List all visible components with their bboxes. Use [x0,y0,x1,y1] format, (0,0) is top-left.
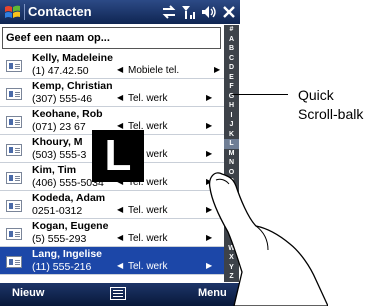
title-bar: Contacten [0,0,240,24]
next-arrow-icon[interactable]: ▶ [206,121,212,130]
contact-card-icon [6,116,22,128]
phone-type[interactable]: Tel. werk [128,261,167,272]
alphabet-letter-h[interactable]: H [224,101,239,111]
contact-name: Khoury, M [32,136,83,148]
alphabet-letter-k[interactable]: K [224,130,239,140]
prev-arrow-icon[interactable]: ◀ [117,233,123,242]
contact-row[interactable]: Kelly, Madeleine (1) 47.42.50 ◀ Mobiele … [0,51,224,79]
prev-arrow-icon[interactable]: ◀ [117,205,123,214]
current-letter-overlay: L [92,130,144,182]
alphabet-letter-hash[interactable]: # [224,25,239,35]
alphabet-letter-l[interactable]: L [224,139,239,149]
next-arrow-icon[interactable]: ▶ [214,65,220,74]
search-field[interactable] [2,27,221,49]
contact-name: Kodeda, Adam [32,192,106,204]
contact-name: Kim, Tim [32,164,77,176]
contact-row-selected[interactable]: Lang, Ingelise (11) 555-216 ◀ Tel. werk … [0,247,224,275]
alphabet-letter-i[interactable]: I [224,111,239,121]
alphabet-letter-e[interactable]: E [224,73,239,83]
contact-card-icon [6,228,22,240]
finger-icon [208,172,328,306]
contact-card-icon [6,256,22,268]
contact-number: (071) 23 67 [32,121,86,133]
app-title: Contacten [28,4,92,19]
sync-icon[interactable] [160,3,178,21]
contact-card-icon [6,60,22,72]
contact-number: (307) 555-46 [32,93,93,105]
contact-row[interactable]: Kemp, Christian (307) 555-46 ◀ Tel. werk… [0,79,224,107]
contact-name: Lang, Ingelise [32,248,103,260]
contact-card-icon [6,144,22,156]
contact-name: Kelly, Madeleine [32,52,113,64]
contact-name: Kemp, Christian [32,80,113,92]
windows-start-icon[interactable] [4,4,21,20]
callout-line [232,94,288,95]
title-separator [24,4,25,20]
search-input[interactable] [6,29,216,47]
contact-number: (11) 555-216 [32,261,92,273]
contact-card-icon [6,172,22,184]
contact-row[interactable]: Kodeda, Adam 0251-0312 ◀ Tel. werk ▶ [0,191,224,219]
contact-number: (503) 555-3 [32,149,87,161]
prev-arrow-icon[interactable]: ◀ [117,93,123,102]
phone-type[interactable]: Tel. werk [128,233,167,244]
callout-label-line1: Quick [298,87,334,103]
close-icon[interactable] [220,3,238,21]
prev-arrow-icon[interactable]: ◀ [117,261,123,270]
alphabet-letter-b[interactable]: B [224,44,239,54]
alphabet-letter-j[interactable]: J [224,120,239,130]
contact-name: Kogan, Eugene [32,220,109,232]
alphabet-letter-d[interactable]: D [224,63,239,73]
signal-icon[interactable] [180,3,198,21]
next-arrow-icon[interactable]: ▶ [206,149,212,158]
phone-type[interactable]: Mobiele tel. [128,65,179,76]
contact-number: (5) 555-293 [32,233,87,245]
keyboard-icon[interactable] [110,287,126,300]
alphabet-letter-n[interactable]: N [224,158,239,168]
alphabet-letter-m[interactable]: M [224,149,239,159]
contact-number: (1) 47.42.50 [32,65,89,77]
contact-name: Keohane, Rob [32,108,103,120]
contact-card-icon [6,200,22,212]
alphabet-letter-c[interactable]: C [224,54,239,64]
new-softkey[interactable]: Nieuw [12,287,44,299]
prev-arrow-icon[interactable]: ◀ [117,65,123,74]
phone-type[interactable]: Tel. werk [128,205,167,216]
contact-number: 0251-0312 [32,205,83,217]
alphabet-letter-f[interactable]: F [224,82,239,92]
callout-label-line2: Scroll-balk [298,106,364,122]
phone-type[interactable]: Tel. werk [128,93,167,104]
alphabet-letter-a[interactable]: A [224,35,239,45]
callout-label: Quick Scroll-balk [298,86,363,124]
contact-row[interactable]: Kogan, Eugene (5) 555-293 ◀ Tel. werk ▶ [0,219,224,247]
next-arrow-icon[interactable]: ▶ [206,93,212,102]
speaker-icon[interactable] [200,3,218,21]
prev-arrow-icon[interactable]: ◀ [117,121,123,130]
contact-card-icon [6,88,22,100]
